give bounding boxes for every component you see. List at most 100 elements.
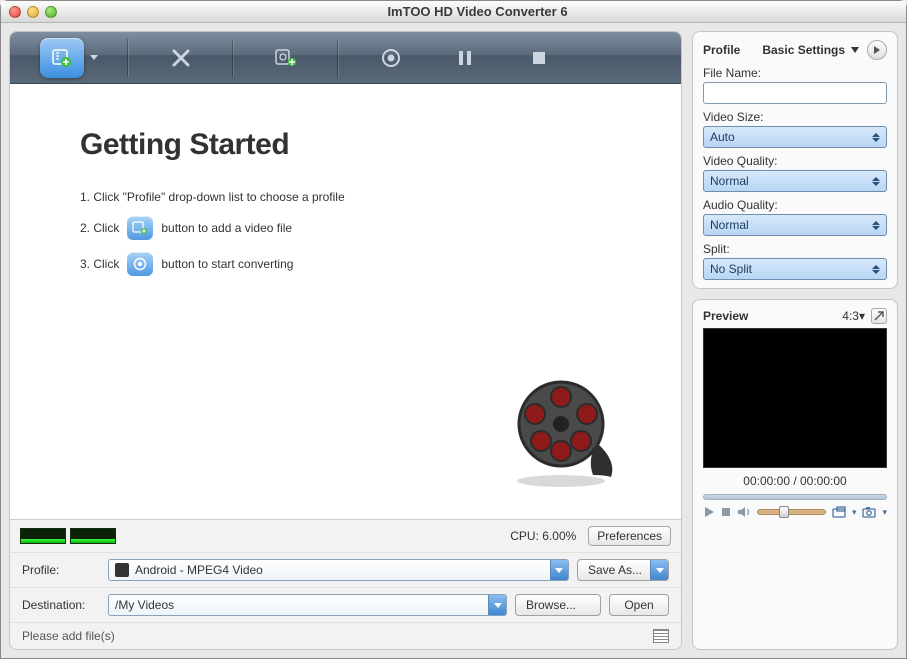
dropdown-arrow-icon — [550, 560, 568, 580]
list-view-icon[interactable] — [653, 629, 669, 643]
profile-label: Profile: — [22, 563, 100, 577]
folder-icon — [832, 506, 846, 518]
preview-timecode: 00:00:00 / 00:00:00 — [703, 474, 887, 488]
record-button[interactable] — [369, 38, 413, 78]
step-1: 1. Click "Profile" drop-down list to cho… — [80, 190, 611, 204]
video-quality-label: Video Quality: — [703, 154, 887, 168]
split-value: No Split — [710, 262, 752, 276]
play-icon — [703, 506, 715, 518]
stop-button[interactable] — [517, 38, 561, 78]
preview-viewport — [703, 328, 887, 468]
chevron-down-icon — [851, 47, 859, 53]
record-icon — [381, 48, 401, 68]
destination-row: Destination: /My Videos Browse... Open — [10, 587, 681, 622]
step-3-text-b: button to start converting — [161, 257, 293, 271]
preview-label: Preview — [703, 309, 748, 323]
status-text: Please add file(s) — [22, 629, 115, 643]
preview-controls: ▾ ▾ — [703, 506, 887, 518]
main-toolbar — [10, 32, 681, 84]
dropdown-arrow-icon — [650, 560, 668, 580]
dropdown-arrow-icon — [488, 595, 506, 615]
step-2: 2. Click button to add a video file — [80, 216, 611, 240]
pause-button[interactable] — [443, 38, 487, 78]
step-3: 3. Click button to start converting — [80, 252, 611, 276]
cpu-label: CPU: 6.00% — [510, 529, 576, 543]
android-icon — [115, 563, 129, 577]
convert-icon — [274, 47, 298, 69]
getting-started-title: Getting Started — [80, 128, 611, 162]
split-label: Split: — [703, 242, 887, 256]
main-panel: Getting Started 1. Click "Profile" drop-… — [9, 31, 682, 650]
snapshot-button[interactable] — [862, 506, 876, 518]
start-convert-mini-icon — [127, 252, 153, 276]
close-icon[interactable] — [9, 6, 21, 18]
profile-select[interactable]: Android - MPEG4 Video — [108, 559, 569, 581]
convert-button[interactable] — [264, 38, 308, 78]
destination-label: Destination: — [22, 598, 100, 612]
side-panel: Profile Basic Settings File Name: Video … — [692, 31, 898, 650]
close-x-icon — [170, 47, 192, 69]
open-label: Open — [624, 598, 653, 612]
minimize-icon[interactable] — [27, 6, 39, 18]
destination-field[interactable]: /My Videos — [108, 594, 507, 616]
profile-settings-panel: Profile Basic Settings File Name: Video … — [692, 31, 898, 289]
step-3-text-a: 3. Click — [80, 257, 119, 271]
save-as-button[interactable]: Save As... — [577, 559, 669, 581]
step-1-text: 1. Click "Profile" drop-down list to cho… — [80, 190, 345, 204]
destination-value: /My Videos — [115, 598, 174, 612]
preferences-button[interactable]: Preferences — [588, 526, 671, 546]
step-2-text-a: 2. Click — [80, 221, 119, 235]
clear-button[interactable] — [159, 38, 203, 78]
preview-head: Preview 4:3▾ — [703, 308, 887, 324]
audio-quality-select[interactable]: Normal — [703, 214, 887, 236]
cpu-bar-1 — [20, 528, 66, 544]
window-controls — [9, 6, 57, 18]
add-file-mini-icon — [127, 216, 153, 240]
cpu-meter — [20, 528, 116, 544]
basic-settings-tab[interactable]: Basic Settings — [762, 43, 845, 57]
snapshot-folder-button[interactable] — [832, 506, 846, 518]
titlebar: ImTOO HD Video Converter 6 — [1, 1, 906, 23]
profile-tab[interactable]: Profile — [703, 43, 740, 57]
popout-button[interactable] — [871, 308, 887, 324]
aspect-ratio-select[interactable]: 4:3▾ — [842, 309, 865, 323]
profile-settings-head: Profile Basic Settings — [703, 40, 887, 60]
cpu-bar-2 — [70, 528, 116, 544]
audio-quality-value: Normal — [710, 218, 749, 232]
video-quality-value: Normal — [710, 174, 749, 188]
expand-button[interactable] — [867, 40, 887, 60]
toolbar-separator — [128, 39, 129, 77]
add-file-dropdown-icon[interactable] — [90, 55, 98, 60]
toolbar-separator — [233, 39, 234, 77]
audio-quality-label: Audio Quality: — [703, 198, 887, 212]
file-name-input[interactable] — [703, 82, 887, 104]
browse-button[interactable]: Browse... — [515, 594, 601, 616]
video-size-value: Auto — [710, 130, 735, 144]
add-file-button[interactable] — [40, 38, 84, 78]
film-reel-icon — [501, 369, 621, 489]
preview-panel: Preview 4:3▾ 00:00:00 / 00:00:00 — [692, 299, 898, 650]
play-button[interactable] — [703, 506, 715, 518]
profile-row: Profile: Android - MPEG4 Video Save As..… — [10, 552, 681, 587]
save-as-label: Save As... — [588, 563, 642, 577]
open-button[interactable]: Open — [609, 594, 669, 616]
volume-icon[interactable] — [737, 506, 751, 518]
preview-progress[interactable] — [703, 494, 887, 500]
stop-icon — [531, 50, 547, 66]
camera-dropdown[interactable]: ▾ — [882, 507, 887, 518]
file-name-label: File Name: — [703, 66, 887, 80]
stop-icon — [721, 507, 731, 517]
stop-preview-button[interactable] — [721, 507, 731, 517]
volume-slider[interactable] — [757, 509, 826, 515]
video-size-label: Video Size: — [703, 110, 887, 124]
video-quality-select[interactable]: Normal — [703, 170, 887, 192]
getting-started-list: 1. Click "Profile" drop-down list to cho… — [80, 190, 611, 276]
maximize-icon[interactable] — [45, 6, 57, 18]
video-size-select[interactable]: Auto — [703, 126, 887, 148]
speaker-icon — [737, 506, 751, 518]
camera-icon — [862, 506, 876, 518]
app-body: Getting Started 1. Click "Profile" drop-… — [1, 23, 906, 658]
snapshot-dropdown[interactable]: ▾ — [852, 507, 857, 518]
status-bar: Please add file(s) — [10, 622, 681, 649]
split-select[interactable]: No Split — [703, 258, 887, 280]
